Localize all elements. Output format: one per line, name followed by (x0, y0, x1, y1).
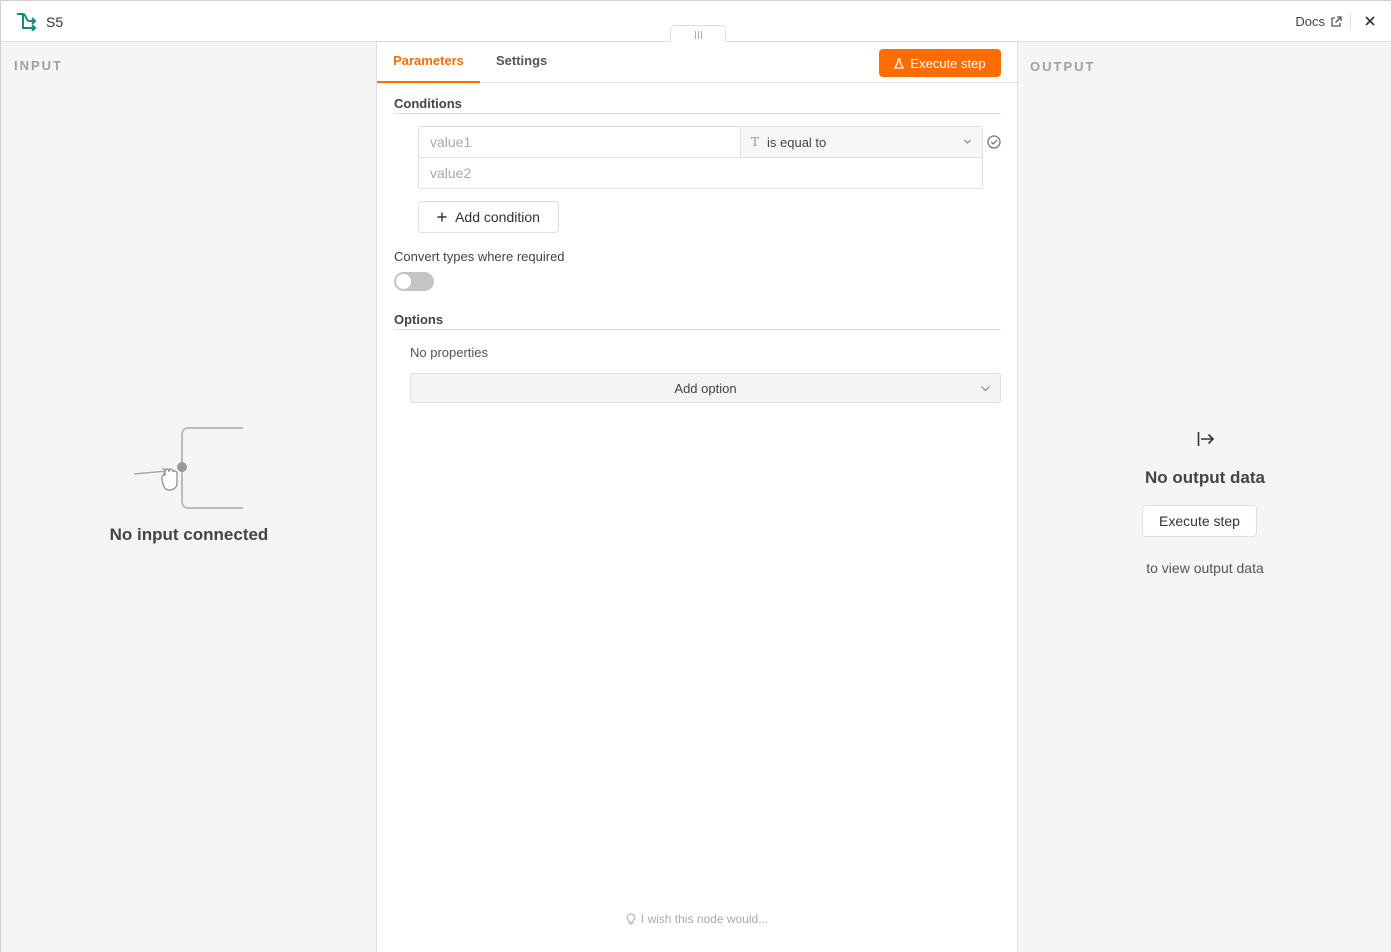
close-button[interactable] (1361, 12, 1379, 30)
execute-step-label: Execute step (910, 55, 986, 71)
panel-drag-handle[interactable] (670, 25, 726, 43)
condition-row: value1 T is equal to value2 (418, 126, 983, 189)
docs-link[interactable]: Docs (1295, 14, 1342, 29)
node-title[interactable]: S5 (46, 14, 63, 30)
add-option-label: Add option (674, 380, 737, 396)
close-icon (1365, 16, 1375, 26)
tab-bar: Parameters Settings Execute step (377, 42, 1017, 83)
tab-settings[interactable]: Settings (496, 42, 547, 83)
value2-input[interactable]: value2 (419, 158, 982, 189)
toggle-knob (396, 274, 411, 289)
node-details-window: S5 Docs INPUT No input connected Paramet… (0, 0, 1392, 952)
conditions-divider (394, 113, 1001, 114)
no-input-text: No input connected (109, 525, 269, 544)
convert-types-toggle[interactable] (394, 272, 434, 291)
chevron-down-icon (981, 386, 990, 392)
plus-icon (437, 212, 447, 222)
output-hint-text: to view output data (1146, 560, 1264, 576)
options-divider (394, 329, 1001, 330)
conditions-title: Conditions (394, 96, 462, 111)
lightbulb-icon (626, 913, 636, 925)
docs-link-label: Docs (1295, 14, 1325, 29)
value1-input[interactable]: value1 (419, 127, 741, 158)
add-condition-button[interactable]: Add condition (418, 201, 559, 233)
parameters-panel: Parameters Settings Execute step Conditi… (377, 42, 1017, 952)
convert-types-label: Convert types where required (394, 249, 565, 264)
output-panel: OUTPUT No output data Execute step to vi… (1017, 42, 1391, 952)
chevron-down-icon (964, 139, 971, 144)
execute-step-button[interactable]: Execute step (879, 49, 1001, 77)
if-node-icon (17, 13, 37, 31)
feedback-label: I wish this node would... (640, 912, 769, 926)
options-title: Options (394, 312, 444, 327)
input-panel-label: INPUT (14, 58, 63, 73)
external-link-icon (1331, 15, 1342, 27)
add-option-select[interactable]: Add option (410, 373, 1001, 403)
feedback-link[interactable]: I wish this node would... (377, 912, 1017, 926)
tab-parameters[interactable]: Parameters (377, 42, 480, 83)
flask-icon (894, 57, 905, 69)
header-divider (1350, 12, 1351, 30)
operator-select[interactable]: T is equal to (741, 127, 982, 158)
operator-label: is equal to (767, 134, 827, 150)
check-circle-icon[interactable] (986, 134, 1002, 150)
output-panel-label: OUTPUT (1030, 59, 1096, 74)
no-input-illustration (133, 427, 243, 509)
arrow-to-line-icon (1197, 432, 1215, 446)
no-properties-text: No properties (410, 345, 489, 360)
add-condition-label: Add condition (455, 209, 540, 225)
input-panel: INPUT No input connected (1, 42, 377, 952)
string-type-icon: T (751, 135, 760, 149)
output-execute-step-button[interactable]: Execute step (1142, 505, 1257, 537)
no-output-title: No output data (1145, 468, 1265, 487)
